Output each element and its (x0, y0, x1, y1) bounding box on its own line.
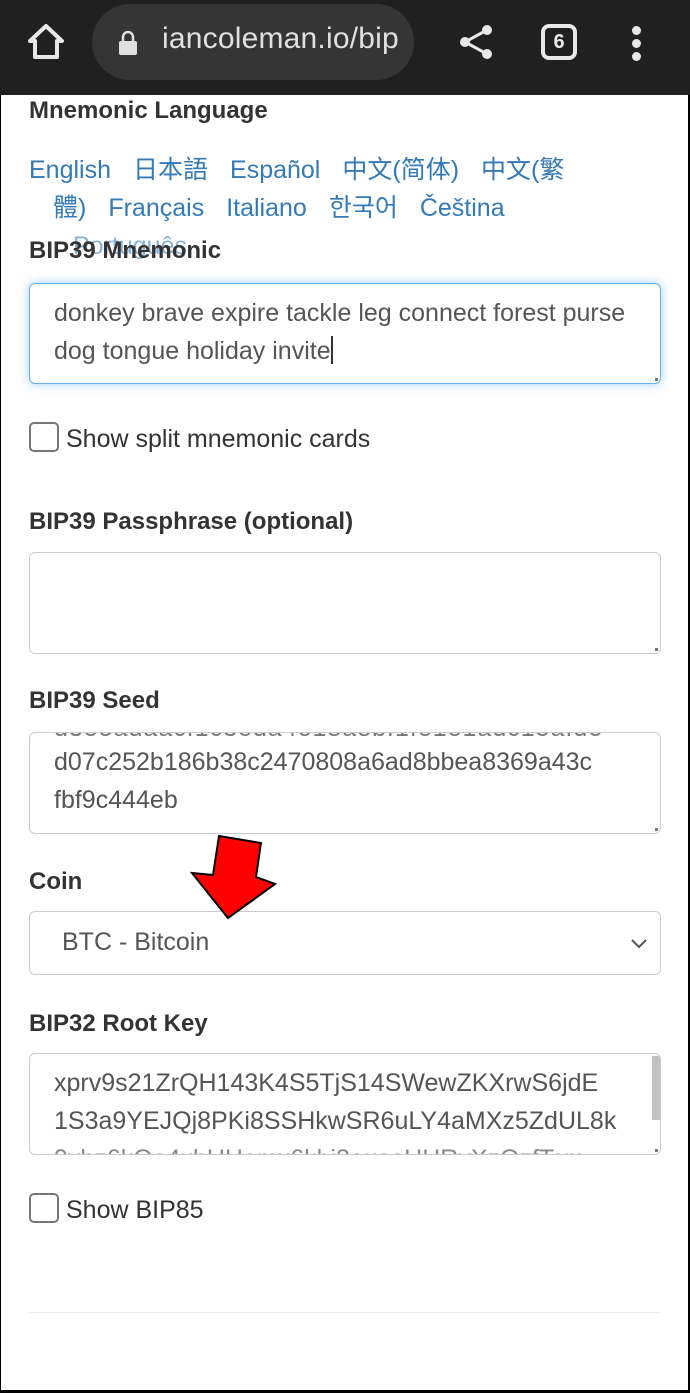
arrow-shape (189, 834, 278, 920)
coin-selected-value: BTC - Bitcoin (62, 928, 210, 956)
bip39-seed-label: BIP39 Seed (29, 687, 160, 714)
mnemonic-text: donkey brave expire tackle leg connect f… (54, 299, 626, 365)
page-content: Mnemonic Language English 日本語 Español 中文(简体… (1, 95, 688, 1390)
root-key-line-1: xprv9s21ZrQH143K4S5TjS14SWewZKXrwS6jdE (54, 1069, 599, 1097)
resize-handle[interactable] (655, 648, 658, 651)
section-divider (29, 1312, 661, 1313)
language-links: English 日本語 Español 中文(简体) 中文(繁 體) Français It… (29, 151, 629, 260)
split-cards-checkbox-row[interactable]: Show split mnemonic cards (29, 421, 371, 454)
bip85-checkbox-row[interactable]: Show BIP85 (29, 1192, 204, 1225)
bip39-mnemonic-label: BIP39 Mnemonic (29, 237, 222, 264)
chevron-down-icon (631, 939, 647, 949)
more-menu-icon[interactable] (626, 26, 646, 62)
language-link-english[interactable]: English (29, 156, 111, 184)
language-link-korean[interactable]: 한국어 (329, 194, 398, 222)
resize-handle[interactable] (655, 828, 658, 831)
url-text[interactable]: iancoleman.io/bip (162, 22, 399, 56)
text-caret (330, 336, 333, 364)
tab-switcher-button[interactable]: 6 (541, 24, 577, 60)
passphrase-input[interactable] (29, 552, 661, 654)
language-link-italian[interactable]: Italiano (226, 194, 307, 222)
root-key-line-3-partial: 9vbz6kQe4xbUHemx6kbi3eusoHHRyXzQzfTcm (54, 1140, 630, 1154)
seed-hidden-line: d3e5adaacf1c3eda4e18a8bf1fe1e1adc15afde (54, 733, 636, 743)
root-key-label: BIP32 Root Key (29, 1010, 208, 1037)
split-cards-label: Show split mnemonic cards (66, 425, 371, 453)
language-link-chinese-traditional[interactable]: 中文(繁 (481, 156, 564, 184)
language-link-french[interactable]: Français (108, 194, 204, 222)
home-icon[interactable] (26, 22, 66, 62)
scrollbar[interactable] (652, 1056, 660, 1120)
mnemonic-language-label: Mnemonic Language (29, 97, 268, 124)
bip85-label: Show BIP85 (66, 1196, 204, 1224)
language-link-chinese-simplified[interactable]: 中文(简体) (342, 156, 459, 184)
resize-handle[interactable] (655, 1149, 658, 1152)
lock-icon (119, 30, 137, 55)
address-bar[interactable]: iancoleman.io/bip (92, 4, 414, 80)
language-link-czech[interactable]: Čeština (420, 194, 505, 222)
bip85-checkbox[interactable] (29, 1192, 59, 1223)
root-key-output[interactable]: xprv9s21ZrQH143K4S5TjS14SWewZKXrwS6jdE 1… (29, 1053, 661, 1155)
bip39-mnemonic-input[interactable]: donkey brave expire tackle leg connect f… (29, 283, 661, 384)
browser-toolbar: iancoleman.io/bip 6 (0, 0, 690, 95)
coin-label: Coin (29, 868, 83, 895)
language-link-spanish[interactable]: Español (230, 156, 320, 184)
root-key-line-2: 1S3a9YEJQj8PKi8SSHkwSR6uLY4aMXz5ZdUL8k (54, 1107, 617, 1135)
share-icon[interactable] (456, 22, 496, 62)
language-link-chinese-traditional-cont[interactable]: 體) (53, 194, 86, 222)
passphrase-label: BIP39 Passphrase (optional) (29, 508, 354, 535)
coin-select[interactable]: BTC - Bitcoin (29, 911, 661, 975)
seed-line-2: fbf9c444eb (54, 786, 178, 814)
seed-line-1: d07c252b186b38c2470808a6ad8bbea8369a43c (54, 748, 593, 776)
red-arrow-annotation (189, 834, 278, 920)
resize-handle[interactable] (655, 378, 658, 381)
language-link-japanese[interactable]: 日本語 (133, 156, 208, 184)
bip39-seed-output[interactable]: d3e5adaacf1c3eda4e18a8bf1fe1e1adc15afde … (29, 732, 661, 834)
split-cards-checkbox[interactable] (29, 421, 59, 452)
